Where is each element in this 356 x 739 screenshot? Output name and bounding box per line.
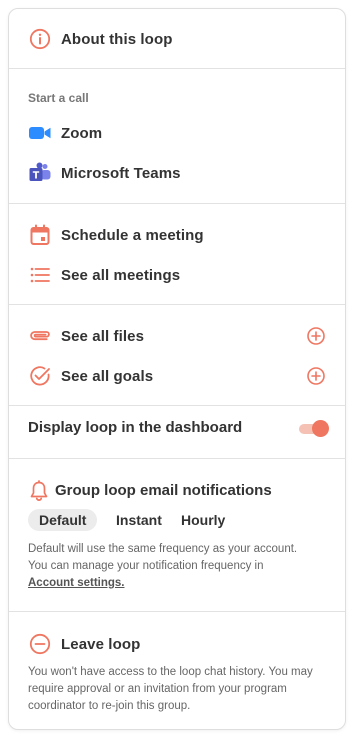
calendar-icon [28, 223, 52, 247]
account-settings-link[interactable]: Account settings. [28, 577, 124, 589]
schedule-meeting-item[interactable]: Schedule a meeting [9, 217, 345, 253]
teams-icon [28, 161, 52, 185]
about-loop-label: About this loop [61, 30, 173, 48]
leave-loop-label: Leave loop [61, 635, 141, 653]
dashboard-toggle[interactable] [299, 419, 329, 439]
frequency-instant-option[interactable]: Instant [105, 509, 173, 531]
see-files-label: See all files [61, 327, 145, 345]
add-file-button[interactable] [305, 325, 327, 347]
teams-item[interactable]: Microsoft Teams [9, 155, 345, 191]
start-call-caption: Start a call [28, 91, 89, 105]
see-files-item[interactable]: See all files [9, 318, 345, 354]
bell-icon [29, 480, 49, 507]
resources-section: See all files See all goals [9, 305, 345, 406]
zoom-label: Zoom [61, 124, 103, 142]
meetings-section: Schedule a meeting See all meetings [9, 204, 345, 305]
list-icon [28, 263, 52, 287]
check-circle-icon [28, 364, 52, 388]
about-loop-item[interactable]: About this loop [9, 21, 345, 57]
info-icon [28, 27, 52, 51]
teams-label: Microsoft Teams [61, 164, 181, 182]
leave-section: Leave loop You won't have access to the … [9, 612, 345, 729]
loop-settings-panel: About this loop Start a call Zoom Micros… [8, 8, 346, 730]
notifications-help-body: Default will use the same frequency as y… [28, 543, 298, 572]
zoom-item[interactable]: Zoom [9, 115, 345, 151]
notifications-help-text: Default will use the same frequency as y… [28, 541, 311, 592]
plus-circle-icon [307, 327, 325, 345]
leave-loop-item[interactable]: Leave loop [9, 626, 345, 662]
about-section: About this loop [9, 9, 345, 69]
notifications-title: Group loop email notifications [55, 482, 272, 499]
dashboard-section: Display loop in the dashboard [9, 406, 345, 459]
minus-circle-icon [28, 632, 52, 656]
see-goals-label: See all goals [61, 367, 154, 385]
schedule-meeting-label: Schedule a meeting [61, 226, 204, 244]
notifications-section: Group loop email notifications Default I… [9, 459, 345, 612]
frequency-default-option[interactable]: Default [28, 509, 98, 531]
see-goals-item[interactable]: See all goals [9, 358, 345, 394]
leave-help-text: You won't have access to the loop chat h… [28, 666, 313, 712]
see-meetings-item[interactable]: See all meetings [9, 257, 345, 293]
paperclip-icon [28, 324, 52, 348]
frequency-hourly-option[interactable]: Hourly [170, 509, 236, 531]
zoom-icon [28, 121, 52, 145]
add-goal-button[interactable] [305, 365, 327, 387]
toggle-knob [312, 420, 329, 437]
see-meetings-label: See all meetings [61, 266, 181, 284]
dashboard-toggle-label: Display loop in the dashboard [28, 419, 243, 436]
plus-circle-icon [307, 367, 325, 385]
start-call-section: Start a call Zoom Microsoft Teams [9, 69, 345, 204]
